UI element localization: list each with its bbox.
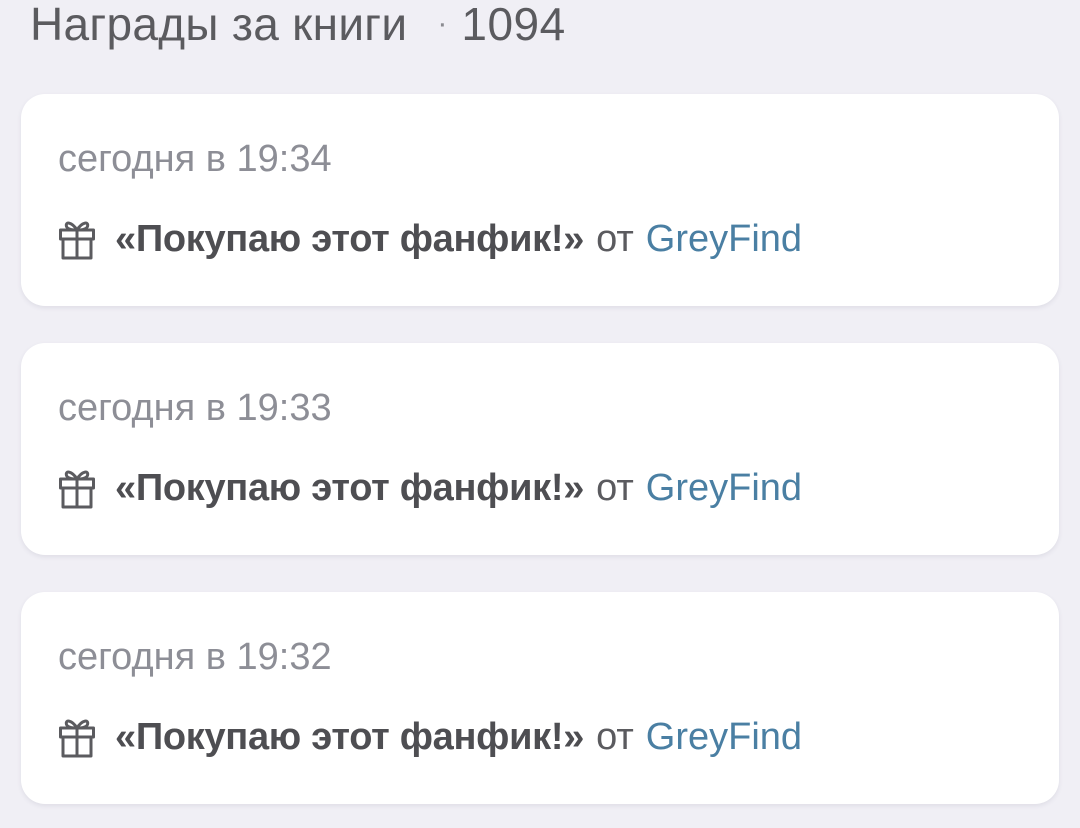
awards-list: сегодня в 19:34 «Покупаю этот фанфик!» о… <box>21 94 1059 828</box>
from-label: от <box>596 217 634 260</box>
section-title: Награды за книги <box>30 0 408 50</box>
author-link[interactable]: GreyFind <box>646 467 802 510</box>
from-label: от <box>596 466 634 509</box>
award-card: сегодня в 19:34 «Покупаю этот фанфик!» о… <box>21 94 1059 306</box>
award-line: «Покупаю этот фанфик!» от GreyFind <box>58 714 802 760</box>
awards-page: Награды за книги · 1094 сегодня в 19:34 … <box>0 0 1080 828</box>
from-label: от <box>596 715 634 758</box>
award-date: сегодня в 19:34 <box>58 138 332 180</box>
gift-icon <box>58 716 96 758</box>
gift-icon <box>58 218 96 260</box>
author-link[interactable]: GreyFind <box>646 218 802 261</box>
award-line: «Покупаю этот фанфик!» от GreyFind <box>58 465 802 511</box>
award-date: сегодня в 19:32 <box>58 636 332 678</box>
reward-name: «Покупаю этот фанфик!» <box>115 217 585 260</box>
gift-icon <box>58 467 96 509</box>
reward-name: «Покупаю этот фанфик!» <box>115 466 585 509</box>
author-link[interactable]: GreyFind <box>646 716 802 759</box>
award-line: «Покупаю этот фанфик!» от GreyFind <box>58 216 802 262</box>
awards-count: 1094 <box>461 0 566 50</box>
reward-name: «Покупаю этот фанфик!» <box>115 715 585 758</box>
section-header: Награды за книги · 1094 <box>30 0 566 54</box>
award-card: сегодня в 19:33 «Покупаю этот фанфик!» о… <box>21 343 1059 555</box>
award-card: сегодня в 19:32 «Покупаю этот фанфик!» о… <box>21 592 1059 804</box>
section-separator: · <box>437 7 448 40</box>
award-date: сегодня в 19:33 <box>58 387 332 429</box>
